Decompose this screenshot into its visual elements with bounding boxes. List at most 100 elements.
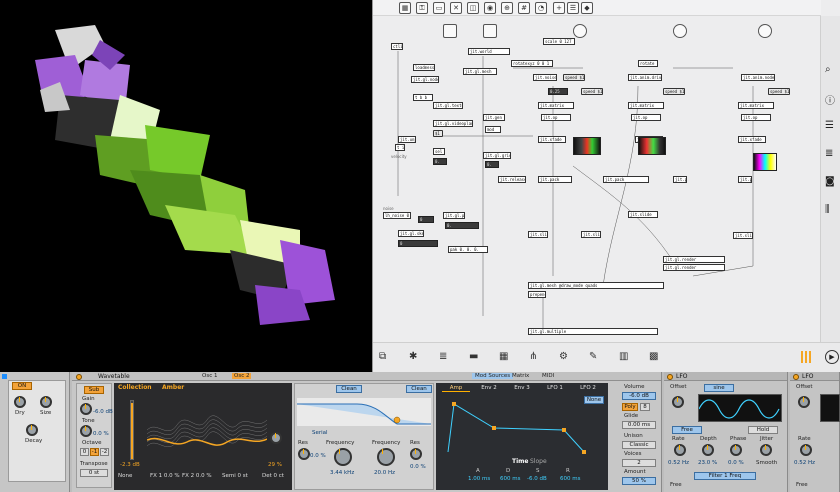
patch-object[interactable]: jit.matrix (628, 102, 664, 109)
camera-icon[interactable]: ◙ (825, 176, 835, 187)
env-time-label[interactable]: Time (512, 458, 528, 465)
patch-object[interactable]: jit.matrix (538, 102, 574, 109)
patch-object[interactable]: jit.world (468, 48, 510, 55)
number-box[interactable]: 0. (485, 161, 499, 168)
search-icon[interactable]: ⌕ (825, 64, 831, 75)
patch-object[interactable]: scale 0 127 (543, 38, 575, 45)
sub-toggle[interactable]: Sub (84, 386, 104, 394)
stack-icon[interactable]: ≣ (439, 351, 447, 363)
patcher-canvas[interactable]: ctlin jit.world loadmess 1 jit.gl.node rotat… (373, 16, 821, 342)
lfo-on-led[interactable] (667, 374, 673, 380)
fx-none[interactable]: None (118, 473, 132, 479)
tab-osc2[interactable]: Osc 2 (232, 373, 252, 379)
lfo-depth-knob[interactable] (702, 444, 714, 456)
patch-object[interactable]: jit.anim.drive (628, 74, 662, 81)
lfo-shape[interactable]: sine (704, 384, 734, 392)
lfo-offset-knob[interactable] (672, 396, 684, 408)
poly-voices[interactable]: 8 (640, 403, 650, 411)
number-box[interactable]: 0. (433, 158, 447, 165)
present-icon[interactable]: ⧉ (379, 351, 386, 363)
frequency-knob[interactable] (334, 448, 352, 466)
size-knob[interactable] (40, 396, 52, 408)
list-icon[interactable]: ☰ (825, 120, 834, 131)
patch-object[interactable]: jit.unpack (398, 136, 416, 143)
patch-object[interactable]: jit.matrix (738, 102, 774, 109)
patch-object[interactable]: jit.gl.render (663, 256, 725, 263)
close-icon[interactable]: ✕ (450, 2, 462, 14)
fx1-value[interactable]: FX 1 0.0 % (150, 473, 180, 479)
env-r-value[interactable]: 600 ms (560, 476, 580, 482)
cube-icon[interactable]: ◫ (467, 2, 479, 14)
signal-meter-icon[interactable] (801, 351, 813, 363)
tab-amp[interactable]: Amp (442, 384, 470, 392)
patch-object[interactable]: jit.anim.node (741, 74, 775, 81)
patch-object[interactable]: jit.slide (733, 232, 753, 239)
wrench-icon[interactable]: ✎ (589, 351, 597, 363)
osc-category[interactable]: Collection (118, 384, 152, 391)
on-toggle[interactable]: ON (12, 382, 32, 390)
glide-value[interactable]: 0.00 ms (622, 421, 656, 429)
patch-object[interactable]: jit.xfade (738, 136, 766, 143)
dial-ui-object[interactable] (673, 24, 687, 38)
comment-icon[interactable]: ▭ (433, 2, 445, 14)
tab-osc1[interactable]: Osc 1 (202, 373, 217, 379)
lfo-mod-target[interactable]: Filter 1 Freq (694, 472, 756, 480)
lfo2-rate-knob[interactable] (800, 444, 812, 456)
list-icon[interactable]: ☰ (567, 2, 579, 14)
tab-env3[interactable]: Env 3 (508, 384, 536, 392)
grid-icon[interactable]: ▦ (399, 2, 411, 14)
filter-mode[interactable]: Serial (312, 430, 328, 436)
dry-knob[interactable] (14, 396, 26, 408)
piano-icon[interactable]: ▥ (619, 351, 628, 363)
decay-knob[interactable] (26, 424, 38, 436)
lfo2-on-led[interactable] (793, 374, 799, 380)
res2-knob[interactable] (410, 448, 422, 460)
gain-knob[interactable] (80, 403, 92, 415)
octave-minus2[interactable]: -2 (100, 448, 109, 456)
toggle-icon[interactable]: ▬ (469, 351, 478, 363)
octave-0[interactable]: 0 (80, 448, 89, 456)
octave-minus1[interactable]: -1 (90, 448, 99, 456)
message-box[interactable]: speed $1 (581, 88, 603, 95)
patch-object[interactable]: jit.slide (528, 231, 548, 238)
debug-icon[interactable]: ⚙ (559, 351, 568, 363)
dial-ui-object[interactable] (758, 24, 772, 38)
patch-object[interactable]: jit.gl.pix (443, 212, 465, 219)
grid-icon[interactable]: ▦ (499, 351, 508, 363)
patch-object[interactable]: jit.op (631, 114, 661, 121)
number-box[interactable]: 0 (418, 216, 434, 223)
osc-position-slider[interactable] (130, 400, 134, 460)
snow-icon[interactable]: ✱ (409, 351, 417, 363)
tab-lfo1[interactable]: LFO 1 (541, 384, 569, 392)
number-box[interactable]: 0 (398, 240, 438, 247)
env-slope-label[interactable]: Slope (530, 458, 547, 465)
matrix-tab[interactable]: Matrix (512, 373, 529, 379)
patch-object[interactable]: jit.gl.mesh (463, 68, 497, 75)
tree-icon[interactable]: ⋔ (529, 351, 537, 363)
grid-dense-icon[interactable]: ▩ (649, 351, 658, 363)
patch-object[interactable]: ctlin (391, 43, 403, 50)
volume-value[interactable]: -6.0 dB (622, 392, 656, 400)
transpose-value[interactable]: 0 st (80, 469, 108, 477)
message-box[interactable]: speed $1 (663, 88, 685, 95)
patch-object[interactable]: jit.release~ (498, 176, 526, 183)
number-box[interactable]: 0. (445, 222, 479, 229)
res-knob[interactable] (298, 448, 310, 460)
patch-object[interactable]: mod (485, 126, 501, 133)
patch-object[interactable]: jit.gl.gridshape (483, 152, 511, 159)
paint-bucket-icon[interactable]: ◆ (581, 2, 593, 14)
number-box[interactable]: 0.25 (548, 88, 568, 95)
lfo-rate-knob[interactable] (674, 444, 686, 456)
dial-ui-object[interactable] (573, 24, 587, 38)
message-box[interactable]: speed $1 (768, 88, 790, 95)
mod-sources-tab[interactable]: Mod Sources (472, 373, 514, 379)
patch-object[interactable]: loadmess 1 (413, 64, 435, 71)
dial-icon[interactable]: ◔ (535, 2, 547, 14)
patch-object[interactable]: jit.noise (533, 74, 557, 81)
semi-value[interactable]: Semi 0 st (222, 473, 248, 479)
device-activator[interactable] (2, 374, 7, 379)
patch-object[interactable]: t b b (413, 94, 433, 101)
tab-lfo2[interactable]: LFO 2 (574, 384, 602, 392)
play-icon[interactable]: ▶ (825, 350, 839, 364)
env-a-value[interactable]: 1.00 ms (468, 476, 490, 482)
